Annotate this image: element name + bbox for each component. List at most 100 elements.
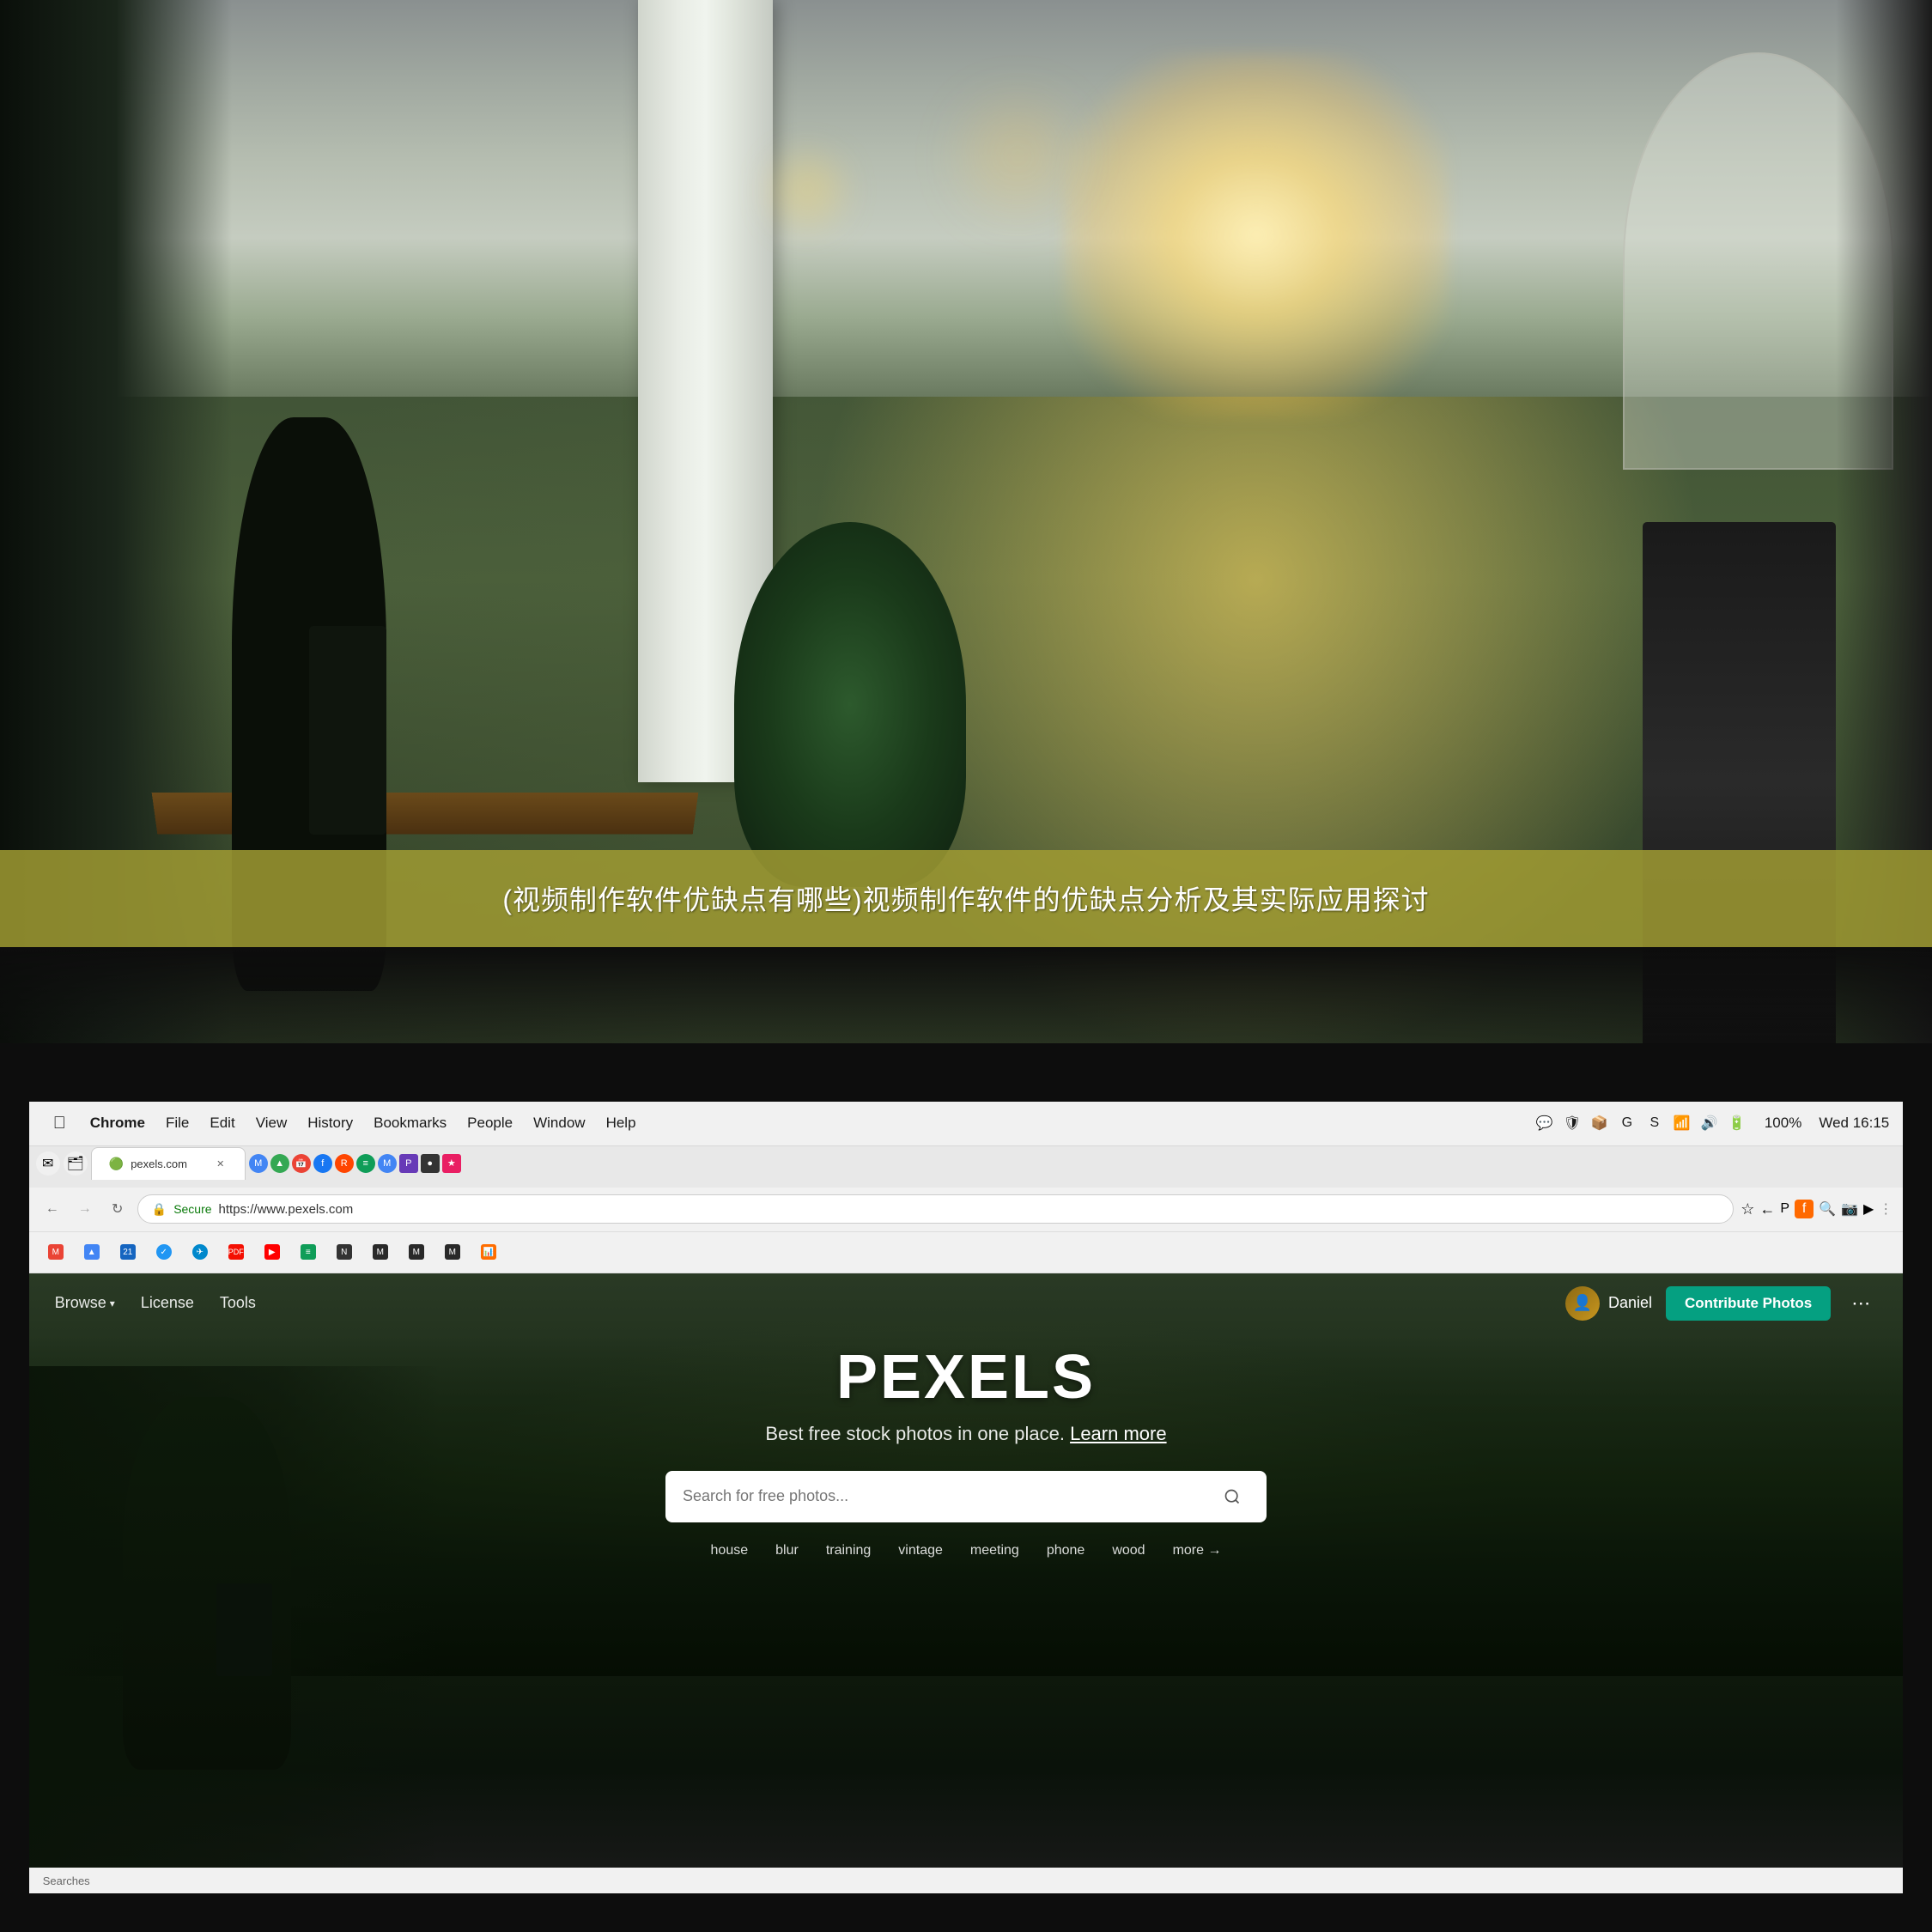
play-ext[interactable]: ▶ [1863, 1200, 1874, 1218]
bookmark-pdf[interactable]: PDF [220, 1240, 252, 1264]
pexels-navbar: Browse ▾ License Tools 👤 Daniel Contribu… [29, 1273, 1904, 1334]
view-menu[interactable]: View [246, 1111, 298, 1135]
help-menu[interactable]: Help [596, 1111, 647, 1135]
facebook-icon[interactable]: f [313, 1154, 332, 1173]
secure-label: Secure [173, 1202, 211, 1216]
tag-phone[interactable]: phone [1040, 1540, 1092, 1562]
learn-more-link[interactable]: Learn more [1070, 1423, 1167, 1444]
gdrive-icon[interactable]: ▲ [270, 1154, 289, 1173]
back-btn[interactable]: ← [39, 1196, 65, 1222]
tag-meeting[interactable]: meeting [963, 1540, 1026, 1562]
skype-icon[interactable]: S [1644, 1113, 1665, 1133]
bookmark-medium3[interactable]: M [436, 1240, 469, 1264]
ext-icon[interactable]: ● [421, 1154, 440, 1173]
reload-btn[interactable]: ↻ [105, 1196, 131, 1222]
reddit-icon[interactable]: R [335, 1154, 354, 1173]
bookmark-telegram[interactable]: ✈ [184, 1240, 216, 1264]
chrome-back-btn[interactable]: ← [1759, 1200, 1775, 1218]
toolbar-right: ☆ ← P f 🔍 📷 ▶ ⋮ [1741, 1200, 1893, 1218]
pexels-nav-links: Browse ▾ License Tools [55, 1294, 256, 1312]
photo-ext[interactable]: 📷 [1841, 1200, 1858, 1218]
pexels-search-box[interactable] [665, 1471, 1267, 1522]
search-ext[interactable]: 🔍 [1819, 1200, 1836, 1218]
bookmark-gmail-icon: M [48, 1244, 64, 1260]
tag-training[interactable]: training [819, 1540, 878, 1562]
history-menu[interactable]: History [297, 1111, 363, 1135]
dropbox-icon[interactable]: 📦 [1589, 1113, 1610, 1133]
calendar-icon[interactable]: 📅 [292, 1154, 311, 1173]
pexels-tab[interactable]: 🟢 pexels.com ✕ [91, 1147, 246, 1180]
bookmark-tasks[interactable]: ✓ [148, 1240, 180, 1264]
tag-wood[interactable]: wood [1105, 1540, 1151, 1562]
chrome-addressbar: ← → ↻ 🔒 Secure https://www.pexels.com ☆ … [29, 1188, 1904, 1232]
tab-close-btn[interactable]: ✕ [214, 1157, 228, 1170]
search-input[interactable] [683, 1487, 1205, 1505]
window-light [1063, 52, 1449, 417]
banner-text: (视频制作软件优缺点有哪些)视频制作软件的优缺点分析及其实际应用探讨 [502, 878, 1429, 918]
chat-icon[interactable]: 💬 [1534, 1113, 1555, 1133]
bookmark-tasks-icon: ✓ [156, 1244, 172, 1260]
quick-tags: house blur training vintage meeting phon… [704, 1540, 1229, 1562]
bookmark-medium[interactable]: M [364, 1240, 397, 1264]
volume-icon[interactable]: 🔊 [1699, 1113, 1720, 1133]
pexels-hero-content: PEXELS Best free stock photos in one pla… [29, 1342, 1904, 1562]
window-menu[interactable]: Window [523, 1111, 595, 1135]
url-bar[interactable]: 🔒 Secure https://www.pexels.com [137, 1194, 1735, 1224]
user-profile[interactable]: 👤 Daniel [1565, 1286, 1652, 1321]
tag-blur[interactable]: blur [769, 1540, 805, 1562]
wifi-icon[interactable]: 📶 [1672, 1113, 1692, 1133]
chrome-ext1[interactable]: G [1617, 1113, 1637, 1133]
bookmark-yt[interactable]: ▶ [256, 1240, 289, 1264]
bookmark-notion[interactable]: N [328, 1240, 361, 1264]
bookmark-sheets[interactable]: ≡ [292, 1240, 325, 1264]
edit-menu[interactable]: Edit [199, 1111, 245, 1135]
pexels-title: PEXELS [836, 1342, 1096, 1413]
search-submit-button[interactable] [1215, 1479, 1249, 1514]
license-link[interactable]: License [141, 1294, 194, 1312]
plants [734, 522, 966, 887]
people-menu[interactable]: People [457, 1111, 523, 1135]
tag-vintage[interactable]: vintage [891, 1540, 950, 1562]
secure-icon: 🔒 [152, 1202, 167, 1217]
bookmark-pdf-icon: PDF [228, 1244, 244, 1260]
feedly-icon[interactable]: f [1795, 1200, 1814, 1218]
menubar-right: 💬 🛡 📦 G S 📶 🔊 🔋 100% Wed 16:15 [1534, 1111, 1889, 1135]
apple-menu[interactable]:  [43, 1110, 76, 1137]
forward-btn[interactable]: → [72, 1196, 98, 1222]
security-icon[interactable]: 🛡 [1562, 1113, 1583, 1133]
bookmark-cal[interactable]: 21 [112, 1240, 144, 1264]
bookmarks-bar: M ▲ 21 ✓ ✈ PDF ▶ ≡ N M M [29, 1232, 1904, 1273]
tag-house[interactable]: house [704, 1540, 756, 1562]
bookmark-star[interactable]: ☆ [1741, 1200, 1754, 1218]
bookmark-stats[interactable]: 📊 [472, 1240, 505, 1264]
tab-btn-2[interactable]: 🗂 [64, 1151, 88, 1176]
file-menu[interactable]: File [155, 1111, 199, 1135]
tools-link[interactable]: Tools [220, 1294, 256, 1312]
bookmarks-menu[interactable]: Bookmarks [363, 1111, 457, 1135]
pinterest-icon[interactable]: P [1780, 1201, 1789, 1217]
battery-percent: 100% [1754, 1111, 1812, 1135]
chrome-menu[interactable]: Chrome [80, 1111, 155, 1135]
bookmark-gmail[interactable]: M [39, 1240, 72, 1264]
battery-icon[interactable]: 🔋 [1727, 1113, 1747, 1133]
username: Daniel [1608, 1294, 1652, 1312]
pexels-subtitle: Best free stock photos in one place. Lea… [765, 1423, 1166, 1445]
gmail-icon[interactable]: M [249, 1154, 268, 1173]
bookmark-cal-icon: 21 [120, 1244, 136, 1260]
ext-icon-2[interactable]: ★ [442, 1154, 461, 1173]
tag-more[interactable]: more → [1166, 1540, 1229, 1562]
chrome-status-bar: Searches [29, 1868, 1904, 1893]
sheets-icon[interactable]: ≡ [356, 1154, 375, 1173]
macos-menubar:  Chrome File Edit View History Bookmark… [29, 1102, 1904, 1146]
meet-icon[interactable]: M [378, 1154, 397, 1173]
bookmark-medium2[interactable]: M [400, 1240, 433, 1264]
bookmark-gdrive[interactable]: ▲ [76, 1240, 108, 1264]
contribute-photos-button[interactable]: Contribute Photos [1666, 1286, 1831, 1321]
more-menu[interactable]: ⋮ [1879, 1200, 1893, 1218]
tab-back-btn[interactable]: ✉ [36, 1151, 60, 1176]
pexels-website: Browse ▾ License Tools 👤 Daniel Contribu… [29, 1273, 1904, 1894]
searches-label: Searches [43, 1874, 90, 1887]
pexels-more-btn[interactable]: ⋯ [1844, 1292, 1877, 1315]
browse-link[interactable]: Browse ▾ [55, 1294, 115, 1312]
pdf-icon[interactable]: P [399, 1154, 418, 1173]
